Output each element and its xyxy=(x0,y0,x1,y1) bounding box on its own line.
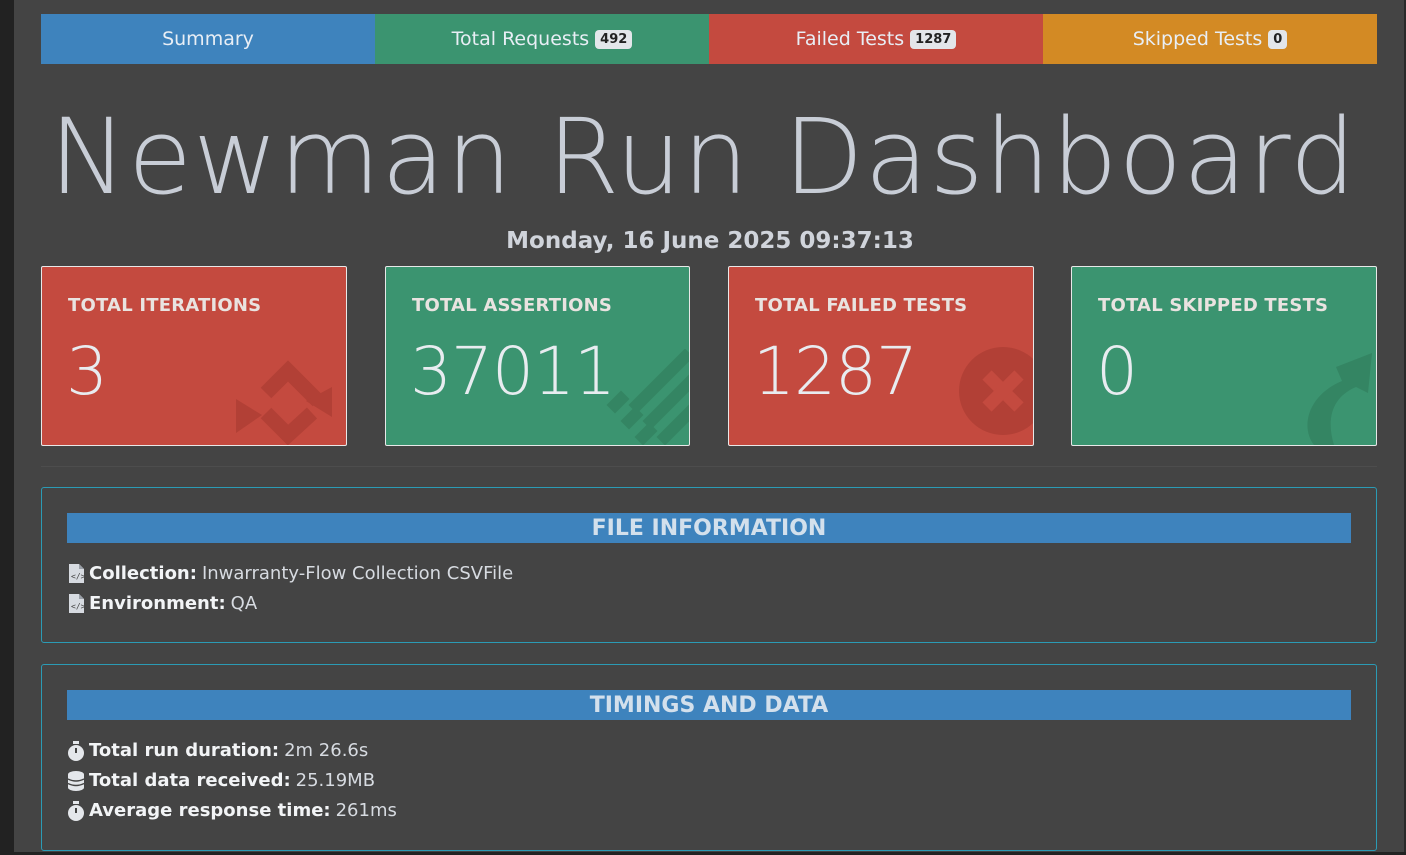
file-code-icon: </> xyxy=(67,564,85,584)
share-arrow-icon xyxy=(1307,353,1372,445)
skipped-tests-badge: 0 xyxy=(1268,29,1288,49)
data-received-value: 25.19MB xyxy=(295,770,376,791)
card-total-failed-tests-value: 1287 xyxy=(753,333,918,410)
file-information-heading: FILE INFORMATION xyxy=(67,513,1351,543)
environment-row: </> Environment: QA xyxy=(67,593,257,614)
stopwatch-icon xyxy=(67,740,85,761)
card-total-failed-tests-label: TOTAL FAILED TESTS xyxy=(755,295,968,316)
run-duration-row: Total run duration: 2m 26.6s xyxy=(67,740,368,761)
sync-icon xyxy=(236,360,332,445)
card-total-skipped-tests: TOTAL SKIPPED TESTS 0 xyxy=(1071,266,1377,446)
collection-label: Collection: xyxy=(89,563,197,584)
stopwatch-icon xyxy=(67,800,85,821)
tab-summary[interactable]: Summary xyxy=(41,14,375,64)
tab-total-requests[interactable]: Total Requests 492 xyxy=(375,14,709,64)
card-total-skipped-tests-value: 0 xyxy=(1096,333,1138,410)
card-total-assertions-value: 37011 xyxy=(410,333,616,410)
response-time-value: 261ms xyxy=(335,800,397,821)
card-total-iterations-value: 3 xyxy=(66,333,108,410)
svg-text:</>: </> xyxy=(71,572,84,581)
card-total-skipped-tests-label: TOTAL SKIPPED TESTS xyxy=(1098,295,1329,316)
tab-skipped-tests-label: Skipped Tests xyxy=(1132,28,1263,50)
tab-total-requests-label: Total Requests xyxy=(451,28,590,50)
environment-value: QA xyxy=(230,593,258,614)
collection-value: Inwarranty-Flow Collection CSVFile xyxy=(201,563,514,584)
times-circle-icon xyxy=(959,347,1033,435)
response-time-label: Average response time: xyxy=(89,800,331,821)
run-duration-value: 2m 26.6s xyxy=(284,740,369,761)
tab-summary-label: Summary xyxy=(162,28,254,50)
data-received-row: Total data received: 25.19MB xyxy=(67,770,375,791)
environment-label: Environment: xyxy=(89,593,226,614)
svg-text:</>: </> xyxy=(71,602,84,611)
section-divider xyxy=(41,466,1377,467)
run-timestamp: Monday, 16 June 2025 09:37:13 xyxy=(506,228,914,254)
file-information-panel: FILE INFORMATION </> Collection: Inwarra… xyxy=(41,487,1377,643)
tab-skipped-tests[interactable]: Skipped Tests 0 xyxy=(1043,14,1377,64)
file-code-icon: </> xyxy=(67,594,85,614)
failed-tests-badge: 1287 xyxy=(910,29,957,49)
card-total-iterations: TOTAL ITERATIONS 3 xyxy=(41,266,347,446)
collection-row: </> Collection: Inwarranty-Flow Collecti… xyxy=(67,563,513,584)
list-icon xyxy=(606,349,689,445)
page-title: Newman Run Dashboard xyxy=(49,96,1357,218)
tab-bar: Summary Total Requests 492 Failed Tests … xyxy=(41,14,1377,64)
total-requests-badge: 492 xyxy=(595,29,633,49)
card-total-assertions: TOTAL ASSERTIONS 37011 xyxy=(385,266,690,446)
timings-and-data-panel: TIMINGS AND DATA Total run duration: 2m … xyxy=(41,664,1377,851)
tab-failed-tests[interactable]: Failed Tests 1287 xyxy=(709,14,1043,64)
run-duration-label: Total run duration: xyxy=(89,740,280,761)
card-total-iterations-label: TOTAL ITERATIONS xyxy=(68,295,262,316)
card-total-failed-tests: TOTAL FAILED TESTS 1287 xyxy=(728,266,1034,446)
database-icon xyxy=(67,770,85,791)
tab-failed-tests-label: Failed Tests xyxy=(795,28,905,50)
data-received-label: Total data received: xyxy=(89,770,291,791)
card-total-assertions-label: TOTAL ASSERTIONS xyxy=(412,295,613,316)
timings-and-data-heading: TIMINGS AND DATA xyxy=(67,690,1351,720)
response-time-row: Average response time: 261ms xyxy=(67,800,397,821)
